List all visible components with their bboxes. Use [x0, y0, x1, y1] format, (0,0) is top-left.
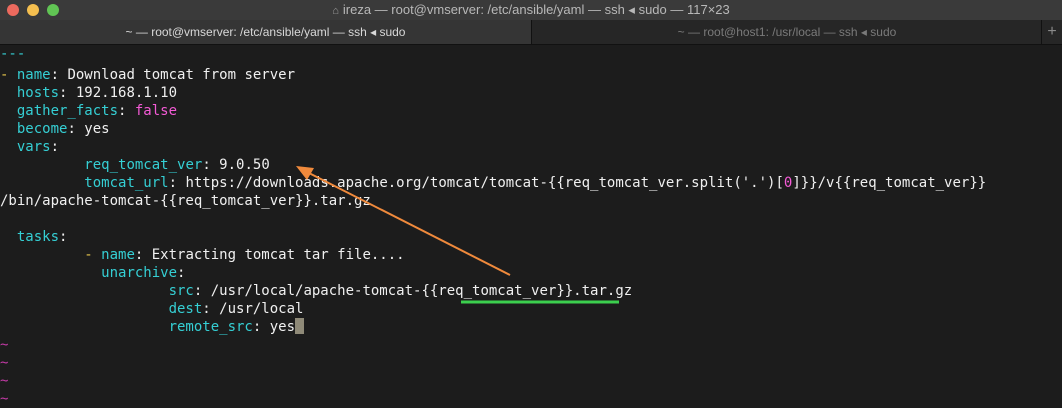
become-line: become: yes [16, 121, 110, 137]
text-cursor [295, 318, 305, 334]
gather-facts-line: gather_facts: false [16, 103, 178, 119]
src-highlighted-var: {{req_tomcat_ver}} [421, 283, 574, 299]
tab-host1[interactable]: ~ — root@host1: /usr/local — ssh ◂ sudo [532, 20, 1042, 44]
play-name-line: - name: Download tomcat from server [0, 67, 296, 83]
window-titlebar: ⌂ ireza — root@vmserver: /etc/ansible/yam… [0, 0, 1062, 20]
src-line: src: /usr/local/apache-tomcat-{{req_tomc… [168, 283, 633, 299]
key-become: become [16, 121, 68, 137]
yaml-doc-start: --- [0, 45, 25, 63]
become-value: yes [84, 121, 110, 137]
tomcat-url-continuation: /bin/apache-tomcat-{{req_tomcat_ver}}.ta… [0, 192, 371, 210]
remote-src-value: yes [269, 319, 296, 335]
req-tomcat-ver-line: req_tomcat_ver: 9.0.50 [84, 157, 270, 173]
tab-bar: ~ — root@vmserver: /etc/ansible/yaml — s… [0, 20, 1062, 45]
gather-facts-value: false [134, 103, 178, 119]
key-req-tomcat-ver: req_tomcat_ver [84, 157, 203, 173]
key-tasks: tasks [16, 229, 60, 245]
window-title: ⌂ ireza — root@vmserver: /etc/ansible/yam… [0, 2, 1062, 18]
empty-line-marker: ~ [0, 355, 9, 371]
tasks-line: tasks: [16, 229, 68, 245]
src-value-suffix: .tar.gz [573, 283, 633, 299]
dest-line: dest: /usr/local [168, 301, 304, 317]
task-dash: - [84, 247, 102, 263]
key-remote-src: remote_src [168, 319, 253, 335]
key-hosts: hosts [16, 85, 60, 101]
tab-vmserver[interactable]: ~ — root@vmserver: /etc/ansible/yaml — s… [0, 20, 532, 44]
key-name: name [16, 67, 51, 83]
key-dest: dest [168, 301, 203, 317]
req-tomcat-ver-value: 9.0.50 [219, 157, 270, 173]
play-name-value: Download tomcat from server [67, 67, 296, 83]
task-name-value: Extracting tomcat tar file.... [151, 247, 405, 263]
remote-src-line: remote_src: yes [0, 318, 305, 336]
key-gather-facts: gather_facts [16, 103, 119, 119]
key-vars: vars [16, 139, 51, 155]
key-src: src [168, 283, 194, 299]
new-tab-button[interactable]: + [1041, 20, 1062, 44]
key-tomcat-url: tomcat_url [84, 175, 169, 191]
empty-line-marker: ~ [0, 337, 9, 353]
tomcat-url-value: https://downloads.apache.org/tomcat/tomc… [185, 175, 784, 191]
window-title-text: ireza — root@vmserver: /etc/ansible/yaml… [342, 2, 730, 17]
vars-line: vars: [16, 139, 60, 155]
tomcat-url-value-tail: ]}}/v{{req_tomcat_ver}} [792, 175, 987, 191]
key-unarchive: unarchive [101, 265, 178, 281]
hosts-value: 192.168.1.10 [75, 85, 178, 101]
hosts-line: hosts: 192.168.1.10 [16, 85, 178, 101]
key-task-name: name [101, 247, 135, 263]
terminal-content[interactable]: --- - name: Download tomcat from server … [0, 44, 1062, 407]
unarchive-line: unarchive: [101, 265, 186, 281]
dest-value: /usr/local [219, 301, 304, 317]
list-dash: - [0, 67, 17, 83]
doc-start-marker: --- [0, 46, 26, 62]
empty-line-marker: ~ [0, 373, 9, 389]
src-value: /usr/local/apache-tomcat- [210, 283, 422, 299]
tomcat-url-line: tomcat_url: https://downloads.apache.org… [84, 175, 987, 191]
tomcat-url-wrapped: /bin/apache-tomcat-{{req_tomcat_ver}}.ta… [0, 193, 371, 209]
home-folder-icon: ⌂ [332, 5, 339, 17]
empty-line-marker: ~ [0, 391, 9, 407]
task-name-line: - name: Extracting tomcat tar file.... [84, 247, 405, 263]
